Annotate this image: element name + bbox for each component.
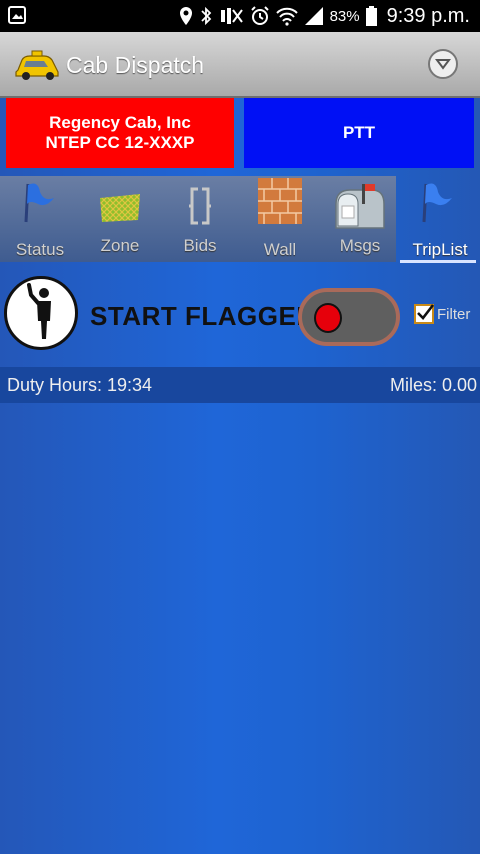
tab-bids[interactable]: Bids <box>160 176 240 262</box>
image-icon <box>8 6 26 24</box>
filter-label: Filter <box>437 305 471 323</box>
tab-zone-label: Zone <box>100 236 140 255</box>
tab-wall-label: Wall <box>263 240 297 259</box>
zone-map-icon <box>100 194 140 222</box>
filter-checkbox-box[interactable] <box>414 304 435 324</box>
tab-zone[interactable]: Zone <box>80 176 160 262</box>
company-name: Regency Cab, Inc <box>49 113 191 132</box>
filter-checkbox[interactable]: Filter <box>414 304 470 324</box>
signal-icon <box>304 7 323 25</box>
bluetooth-icon <box>200 6 211 26</box>
flagged-passenger-icon[interactable] <box>4 276 78 350</box>
blue-flag-icon <box>24 183 54 223</box>
app-title: Cab Dispatch <box>66 52 205 78</box>
miles: Miles: 0.00 <box>389 375 477 395</box>
battery-icon <box>365 6 377 26</box>
location-icon <box>179 7 192 25</box>
checkmark-icon <box>417 304 435 320</box>
start-flagged-toggle[interactable] <box>298 288 400 346</box>
brick-wall-icon <box>258 178 302 224</box>
overflow-menu-button[interactable] <box>428 49 458 79</box>
ptt-label: PTT <box>342 123 376 142</box>
app-bar: Cab Dispatch <box>0 32 480 98</box>
start-flagged-label: START FLAGGED <box>90 301 302 331</box>
company-button[interactable]: Regency Cab, Inc NTEP CC 12-XXXP <box>6 98 234 168</box>
status-bar: 83% 9:39 p.m. <box>0 0 480 32</box>
info-bar: Duty Hours: 19:34 Miles: 0.00 <box>0 367 480 403</box>
ptt-button[interactable]: PTT <box>244 98 474 168</box>
tab-bar: Status Zone Bids Wall Msgs TripList <box>0 176 480 262</box>
toggle-knob <box>314 303 342 333</box>
alarm-icon <box>250 6 269 25</box>
tab-msgs[interactable]: Msgs <box>320 176 400 262</box>
tab-status[interactable]: Status <box>0 176 80 262</box>
mute-icon <box>220 8 243 24</box>
blue-flag-icon <box>422 183 452 223</box>
wifi-icon <box>275 7 298 26</box>
active-tab-indicator <box>400 260 476 263</box>
tab-triplist-label: TripList <box>412 240 468 259</box>
tab-status-label: Status <box>15 240 65 259</box>
battery-percent: 83% <box>329 7 360 25</box>
duty-hours: Duty Hours: 19:34 <box>7 375 153 395</box>
tab-bids-label: Bids <box>183 236 217 255</box>
tab-triplist[interactable]: TripList <box>400 176 480 262</box>
chevron-down-circle-icon <box>435 59 451 70</box>
mailbox-icon <box>335 184 385 229</box>
tab-wall[interactable]: Wall <box>240 176 320 262</box>
tab-msgs-label: Msgs <box>339 236 381 255</box>
clock: 9:39 p.m. <box>386 4 470 27</box>
company-id: NTEP CC 12-XXXP <box>45 133 195 152</box>
bids-bracket-icon <box>189 187 211 225</box>
taxi-icon <box>15 50 59 80</box>
